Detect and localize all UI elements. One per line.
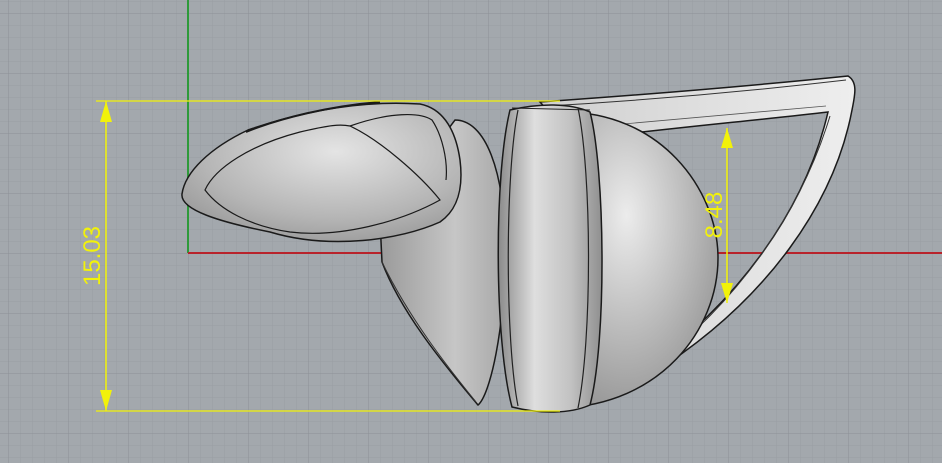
- center-band[interactable]: [497, 104, 603, 413]
- viewport-canvas[interactable]: 15.03 8.48: [0, 0, 942, 463]
- rhino-viewport[interactable]: 15.03 8.48: [0, 0, 942, 463]
- dimension-value-inner: 8.48: [701, 192, 728, 239]
- dimension-value-overall: 15.03: [79, 226, 106, 286]
